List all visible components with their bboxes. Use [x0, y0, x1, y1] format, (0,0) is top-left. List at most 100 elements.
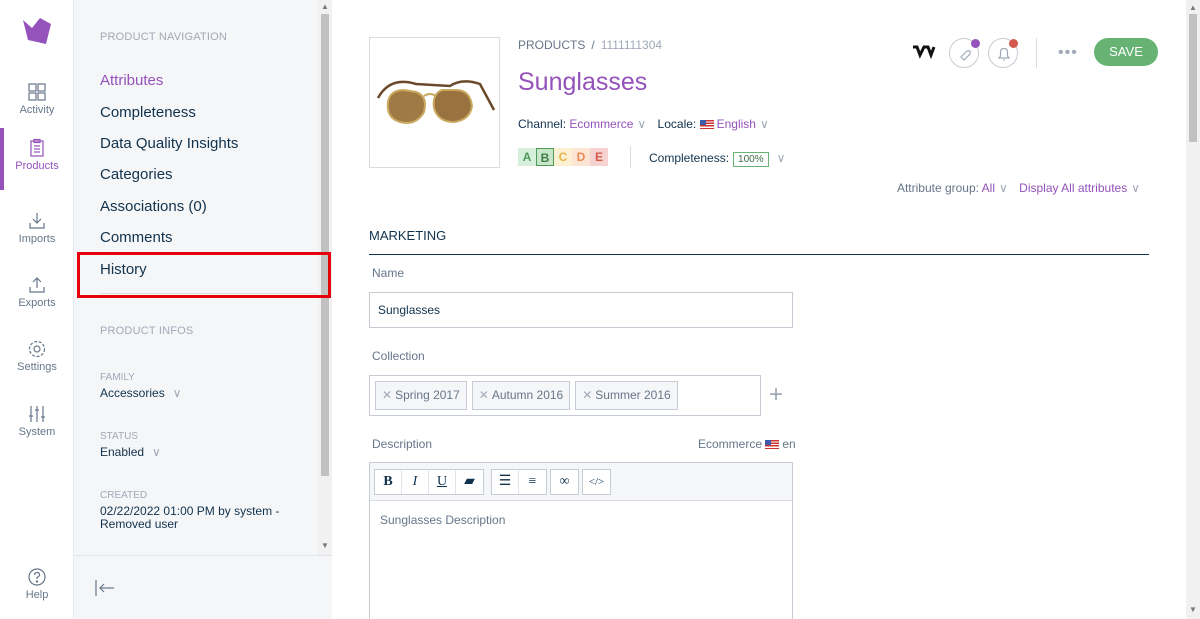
- header-divider: [630, 146, 631, 168]
- column-footer: [74, 555, 332, 619]
- collection-tag-label: Spring 2017: [395, 388, 460, 402]
- column-link-comments[interactable]: Comments: [100, 229, 173, 246]
- name-label: Name: [372, 266, 405, 280]
- remove-tag-icon[interactable]: ✕: [479, 388, 489, 402]
- link-icon[interactable]: ∞: [551, 470, 578, 494]
- display-attributes-switcher[interactable]: Display All attributes: [1019, 181, 1127, 195]
- locale-value: English: [716, 117, 756, 131]
- column-link-attributes[interactable]: Attributes: [100, 72, 163, 89]
- description-channel: Ecommerce: [698, 437, 763, 451]
- status-selector[interactable]: Enabled ∨: [100, 445, 161, 459]
- remove-tag-icon[interactable]: ✕: [382, 388, 392, 402]
- name-field[interactable]: Sunglasses: [369, 292, 793, 328]
- channel-label: Channel:: [518, 117, 567, 131]
- chevron-down-icon: ∨: [776, 151, 786, 165]
- remove-tag-icon[interactable]: ✕: [582, 388, 592, 402]
- bold-icon[interactable]: B: [375, 470, 402, 494]
- chevron-down-icon: ∨: [637, 117, 647, 131]
- family-label: FAMILY: [100, 372, 135, 383]
- completeness-badge: 100%: [733, 152, 769, 167]
- attribute-filters: Attribute group: All ∨ Display All attrib…: [897, 181, 1148, 195]
- tag-notification-dot: [971, 39, 980, 48]
- column-link-categories[interactable]: Categories: [100, 166, 173, 183]
- scroll-up-arrow-icon[interactable]: ▲: [321, 3, 329, 11]
- breadcrumb: PRODUCTS / 1111111304: [518, 38, 662, 52]
- nav-system[interactable]: System: [0, 394, 74, 456]
- collection-tag[interactable]: ✕ Autumn 2016: [471, 381, 571, 410]
- product-image[interactable]: [369, 37, 500, 168]
- channel-switcher[interactable]: Ecommerce: [569, 117, 633, 131]
- notification-dot: [1009, 39, 1018, 48]
- column-link-data-quality-insights[interactable]: Data Quality Insights: [100, 135, 238, 152]
- grid-icon: [28, 83, 46, 101]
- chevron-down-icon: ∨: [152, 445, 161, 459]
- wizard-logo-icon[interactable]: [912, 44, 936, 62]
- code-view-icon[interactable]: </>: [583, 470, 610, 494]
- description-editor[interactable]: B I U ▰ ☰ ≡ ∞ </> Sunglasses Description: [369, 462, 793, 619]
- nav-imports[interactable]: Imports: [0, 201, 74, 263]
- scroll-down-arrow-icon[interactable]: ▼: [321, 542, 329, 550]
- page-scrollbar[interactable]: ▲ ▼: [1186, 0, 1200, 619]
- us-flag-icon: [699, 120, 714, 129]
- dqi-grade-d: D: [572, 148, 590, 166]
- nav-settings[interactable]: Settings: [0, 329, 74, 391]
- breadcrumb-product-code: 1111111304: [600, 38, 663, 52]
- column-scrollbar-thumb[interactable]: [321, 14, 329, 476]
- product-navigation-title: PRODUCT NAVIGATION: [100, 31, 228, 43]
- column-link-associations[interactable]: Associations (0): [100, 198, 207, 215]
- nav-products-label: Products: [15, 160, 59, 172]
- scroll-down-arrow-icon[interactable]: ▼: [1189, 605, 1197, 614]
- notifications-button[interactable]: [988, 38, 1018, 68]
- help-icon: [28, 568, 46, 586]
- akeneo-logo[interactable]: [20, 14, 54, 48]
- italic-icon[interactable]: I: [402, 470, 429, 494]
- numbered-list-icon[interactable]: ≡: [519, 470, 546, 494]
- nav-products[interactable]: Products: [0, 128, 74, 190]
- attribute-group-switcher[interactable]: All: [982, 181, 995, 195]
- link-group: ∞: [550, 469, 579, 495]
- save-button[interactable]: SAVE: [1094, 38, 1158, 66]
- chevron-down-icon: ∨: [1131, 181, 1140, 195]
- scroll-up-arrow-icon[interactable]: ▲: [1189, 3, 1197, 12]
- description-locale: en: [782, 437, 796, 451]
- collection-label: Collection: [372, 349, 425, 363]
- description-text[interactable]: Sunglasses Description: [370, 501, 792, 539]
- code-group: </>: [582, 469, 611, 495]
- underline-icon[interactable]: U: [429, 470, 456, 494]
- breadcrumb-separator: /: [591, 38, 595, 52]
- chevron-down-icon: ∨: [999, 181, 1008, 195]
- nav-system-label: System: [18, 426, 56, 438]
- bullet-list-icon[interactable]: ☰: [492, 470, 519, 494]
- add-option-plus-icon[interactable]: +: [769, 383, 783, 407]
- collection-tag[interactable]: ✕ Spring 2017: [375, 381, 467, 410]
- page-scrollbar-thumb[interactable]: [1189, 14, 1197, 142]
- more-actions-button[interactable]: •••: [1058, 44, 1078, 62]
- data-quality-badge[interactable]: A B C D E: [518, 148, 608, 166]
- description-scope: Ecommerce en: [698, 437, 796, 451]
- upload-icon: [29, 277, 45, 293]
- group-title-underline: [369, 254, 1149, 255]
- product-column: PRODUCT NAVIGATION Attributes Completene…: [74, 0, 332, 619]
- tag-button[interactable]: [949, 38, 980, 68]
- family-value: Accessories: [100, 386, 165, 400]
- nav-activity[interactable]: Activity: [0, 72, 74, 134]
- nav-exports[interactable]: Exports: [0, 265, 74, 327]
- nav-help-label: Help: [25, 589, 49, 601]
- column-link-completeness[interactable]: Completeness: [100, 104, 196, 121]
- collection-field[interactable]: ✕ Spring 2017 ✕ Autumn 2016 ✕ Summer 2016: [369, 375, 761, 416]
- context-switcher: Channel: Ecommerce ∨ Locale: English ∨: [518, 117, 777, 131]
- chevron-down-icon: ∨: [759, 117, 769, 131]
- eraser-icon[interactable]: ▰: [456, 470, 483, 494]
- collapse-column-icon[interactable]: [94, 578, 116, 598]
- sunglasses-image: [376, 80, 496, 124]
- collection-tag-label: Summer 2016: [595, 388, 671, 402]
- nav-help[interactable]: Help: [0, 557, 74, 619]
- completeness-label: Completeness:: [649, 151, 730, 165]
- completeness-dropdown[interactable]: Completeness: 100% ∨: [649, 151, 785, 167]
- locale-switcher[interactable]: English: [699, 117, 756, 131]
- nav-imports-label: Imports: [18, 233, 56, 245]
- breadcrumb-products[interactable]: PRODUCTS: [518, 38, 585, 52]
- collection-tag[interactable]: ✕ Summer 2016: [575, 381, 678, 410]
- family-selector[interactable]: Accessories ∨: [100, 386, 181, 400]
- text-format-group: B I U ▰: [374, 469, 484, 495]
